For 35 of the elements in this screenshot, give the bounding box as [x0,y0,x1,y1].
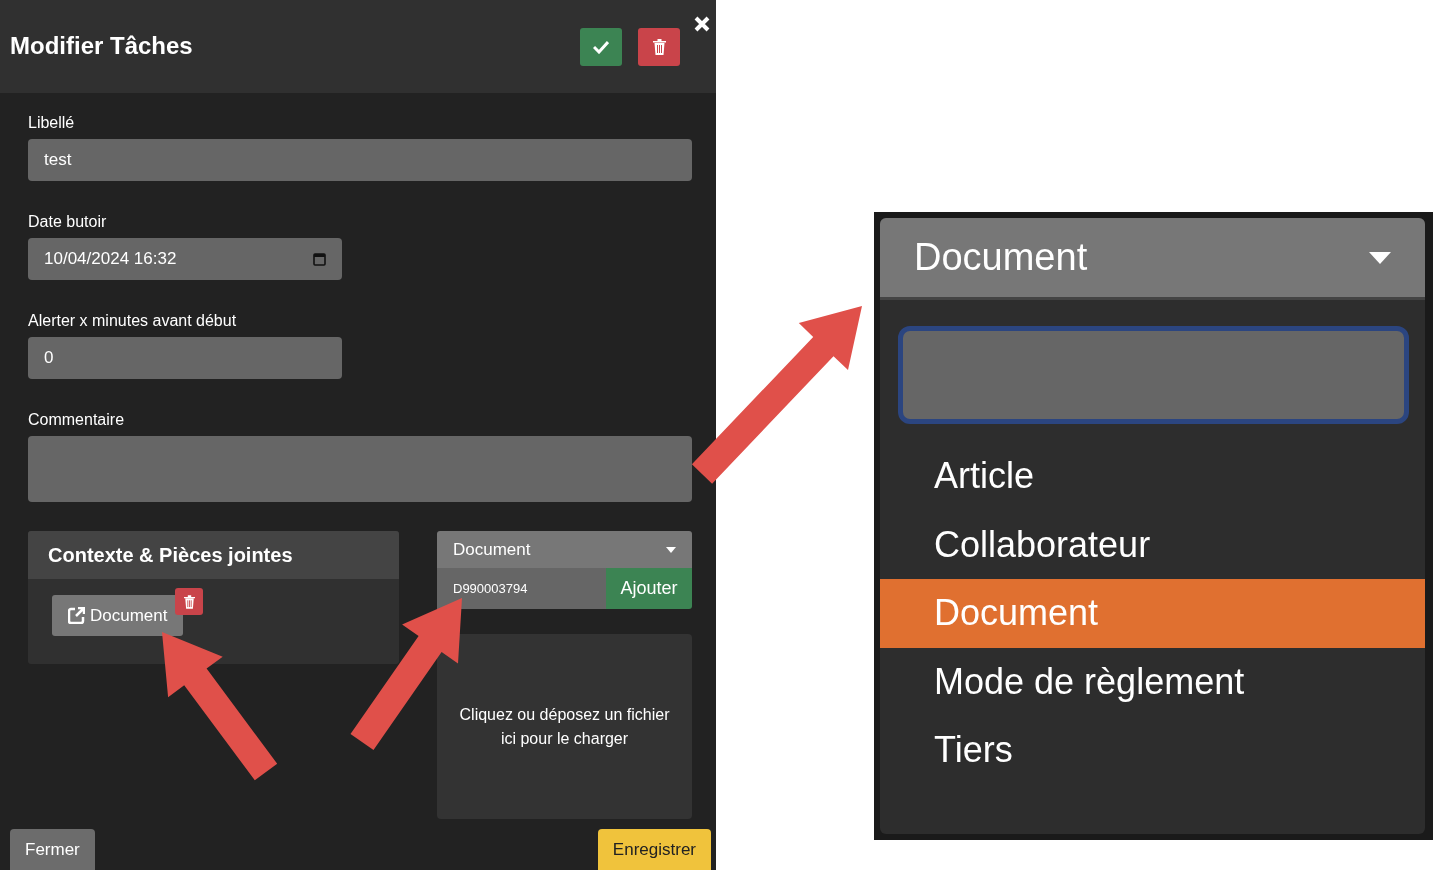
close-button[interactable]: Fermer [10,829,95,870]
check-icon [593,39,609,54]
dropdown-option[interactable]: Tiers [880,716,1425,785]
type-select[interactable]: Document [437,531,692,568]
number-field[interactable]: 0 [28,337,342,379]
field-label: Date butoir [28,212,108,232]
close-icon[interactable] [694,16,710,32]
dropdown-option[interactable]: Mode de règlement [880,647,1425,716]
add-button[interactable]: Ajouter [606,568,692,609]
delete-attachment-button[interactable] [175,588,203,615]
file-dropzone[interactable]: Cliquez ou déposez un fichier ici pour le charger [437,634,692,819]
field-label: Commentaire [28,410,126,430]
comment-field[interactable] [28,436,692,502]
text-field[interactable]: test [28,139,692,181]
dialog-title: Modifier Tâches [10,32,194,61]
field-label: Alerter x minutes avant début [28,311,238,331]
save-button[interactable]: Enregistrer [597,829,711,870]
date-field[interactable]: 10/04/2024 16:32 [28,238,342,280]
field-label: Libellé [28,113,76,133]
search-field[interactable] [898,326,1409,424]
confirm-button[interactable] [580,27,622,66]
calendar-icon [313,252,326,266]
trash-icon [652,38,666,55]
attachment-button[interactable]: Document [52,595,184,636]
external-link-icon [68,607,85,624]
dropdown-option[interactable]: Article [880,442,1425,511]
type-select[interactable]: Document [880,218,1425,300]
trash-icon [183,594,195,609]
caret-icon [1369,251,1391,264]
dropdown-option[interactable]: Document [880,579,1425,648]
reference-field[interactable]: D990003794 [437,568,606,609]
dropdown-option[interactable]: Collaborateur [880,510,1425,579]
panel-title: Contexte & Pièces jointes [28,531,399,579]
caret-icon [666,546,676,553]
delete-button[interactable] [638,27,680,66]
